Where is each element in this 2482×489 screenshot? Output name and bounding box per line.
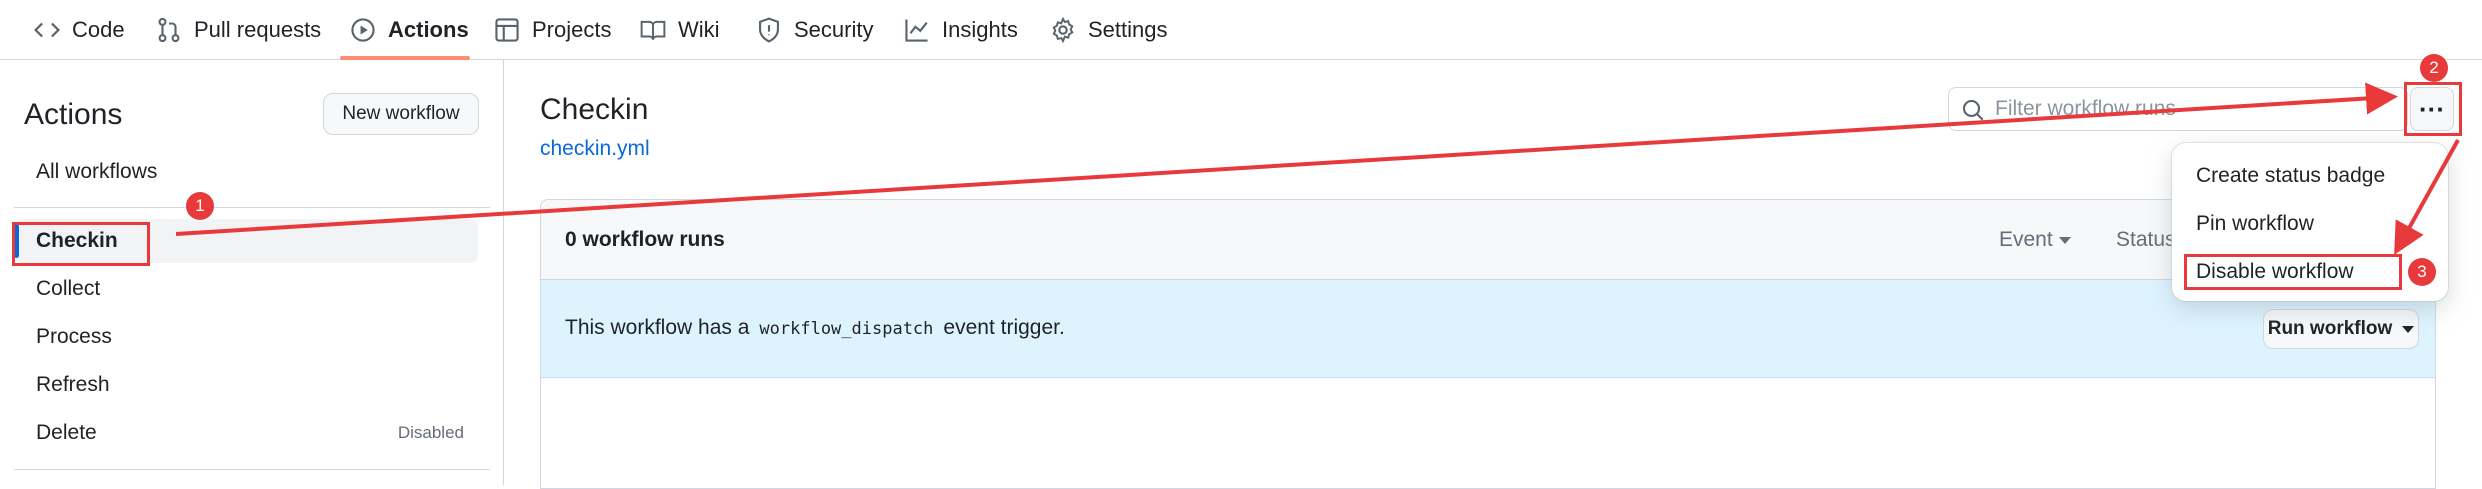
menu-item-create-status-badge[interactable]: Create status badge <box>2196 164 2385 188</box>
runs-count: 0 workflow runs <box>565 228 725 251</box>
filter-workflow-runs-input[interactable]: Filter workflow runs <box>1948 87 2408 131</box>
tab-settings[interactable]: Settings <box>1050 0 1168 60</box>
table-icon <box>494 17 520 43</box>
chevron-down-icon <box>2402 325 2415 333</box>
tab-label: Security <box>794 17 874 42</box>
workflow-title: Checkin <box>540 93 649 126</box>
banner-text: This workflow has a workflow_dispatch even… <box>565 316 1065 340</box>
annotation-number-3: 3 <box>2408 258 2436 286</box>
workflow-runs-panel: 0 workflow runs Event Status This workfl… <box>540 199 2436 489</box>
tab-code[interactable]: Code <box>34 0 125 60</box>
tab-label: Pull requests <box>194 17 322 42</box>
run-workflow-label: Run workflow <box>2267 318 2393 339</box>
tab-projects[interactable]: Projects <box>494 0 611 60</box>
menu-item-pin-workflow[interactable]: Pin workflow <box>2196 212 2314 236</box>
sidebar-item-refresh[interactable]: Refresh <box>14 363 478 407</box>
sidebar-item-label: Refresh <box>36 373 110 396</box>
annotation-box-3 <box>2184 254 2402 290</box>
annotation-number-1: 1 <box>186 192 214 220</box>
code-icon <box>34 17 60 43</box>
status-filter-label: Status <box>2116 228 2176 251</box>
runs-header: 0 workflow runs Event Status <box>541 200 2435 280</box>
banner-suffix: event trigger. <box>943 316 1065 339</box>
annotation-box-1 <box>12 222 150 266</box>
event-filter-label: Event <box>1999 228 2053 251</box>
pull-request-icon <box>156 17 182 43</box>
chevron-down-icon <box>2058 236 2071 244</box>
dispatch-banner: This workflow has a workflow_dispatch even… <box>541 280 2435 378</box>
repo-nav: Code Pull requests Actions Projects Wiki… <box>0 0 2482 60</box>
tab-actions[interactable]: Actions <box>350 0 469 60</box>
tab-label: Wiki <box>678 17 720 42</box>
sidebar-item-label: Collect <box>36 277 101 300</box>
filter-placeholder: Filter workflow runs <box>1995 97 2176 120</box>
tab-label: Settings <box>1088 17 1168 42</box>
gear-icon <box>1050 17 1076 43</box>
sidebar-item-label: Process <box>36 325 112 348</box>
tab-security[interactable]: Security <box>756 0 873 60</box>
sidebar-title: Actions <box>24 98 123 131</box>
book-icon <box>640 17 666 43</box>
tab-insights[interactable]: Insights <box>904 0 1018 60</box>
sidebar-item-collect[interactable]: Collect <box>14 267 478 311</box>
sidebar-item-label: Delete <box>36 421 97 444</box>
event-filter[interactable]: Event <box>1999 228 2071 252</box>
tab-label: Actions <box>388 17 469 42</box>
sidebar-item-delete[interactable]: Delete Disabled <box>14 411 478 455</box>
annotation-number-2: 2 <box>2420 54 2448 82</box>
tab-pull-requests[interactable]: Pull requests <box>156 0 321 60</box>
banner-prefix: This workflow has a <box>565 316 750 339</box>
workflows-sidebar: Actions New workflow All workflows Check… <box>0 60 504 485</box>
sidebar-divider <box>14 207 490 208</box>
run-workflow-button[interactable]: Run workflow <box>2263 309 2419 349</box>
tab-label: Code <box>72 17 125 42</box>
graph-icon <box>904 17 930 43</box>
disabled-badge: Disabled <box>397 423 464 442</box>
tab-label: Projects <box>532 17 612 42</box>
tab-wiki[interactable]: Wiki <box>640 0 720 60</box>
sidebar-divider <box>14 469 490 470</box>
search-icon <box>1961 98 1985 122</box>
annotation-box-2 <box>2404 82 2462 136</box>
sidebar-item-process[interactable]: Process <box>14 315 478 359</box>
tab-label: Insights <box>942 17 1018 42</box>
new-workflow-button[interactable]: New workflow <box>323 93 479 135</box>
shield-icon <box>756 17 782 43</box>
banner-code: workflow_dispatch <box>759 319 934 339</box>
play-icon <box>350 17 376 43</box>
sidebar-item-all-workflows[interactable]: All workflows <box>14 150 478 194</box>
workflow-file-link[interactable]: checkin.yml <box>540 137 650 161</box>
